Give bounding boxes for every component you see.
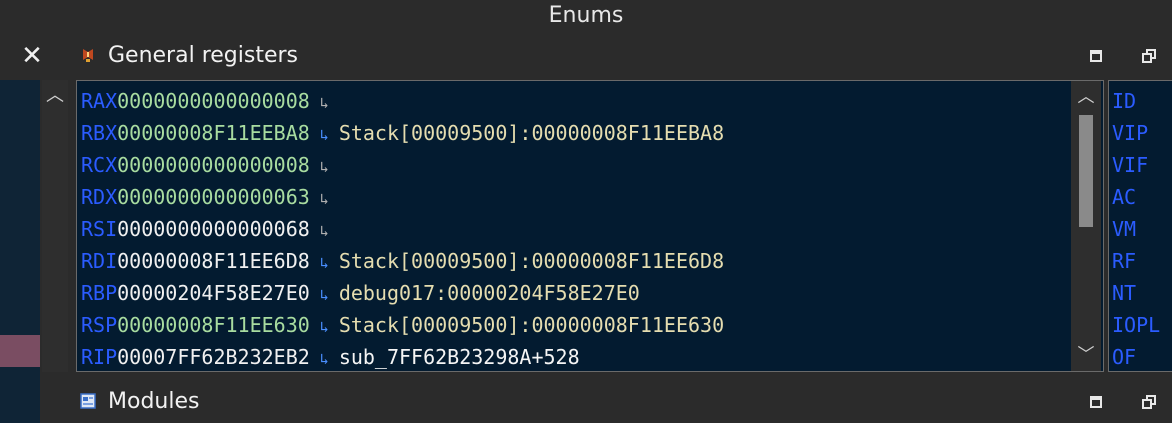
left-pane-highlight bbox=[0, 335, 40, 367]
register-name: RSI bbox=[81, 217, 118, 241]
chevron-up-icon[interactable]: ︿ bbox=[1076, 87, 1096, 107]
close-icon[interactable]: ✕ bbox=[20, 43, 44, 69]
flag-item[interactable]: ID bbox=[1112, 85, 1136, 117]
register-row[interactable]: RIP00007FF62B232EB2 ↳ sub_7FF62B23298A+528 bbox=[81, 341, 580, 373]
modules-title: Modules bbox=[108, 389, 200, 414]
enums-title: Enums bbox=[548, 3, 624, 28]
flag-item[interactable]: IOPL bbox=[1112, 309, 1160, 341]
jump-arrow-icon[interactable]: ↳ bbox=[310, 126, 339, 144]
scrollbar-thumb[interactable] bbox=[1079, 115, 1093, 227]
register-description[interactable]: Stack[00009500]:00000008F11EE630 bbox=[339, 313, 724, 337]
register-value[interactable]: 0000000000000008 bbox=[117, 153, 310, 177]
register-name: RAX bbox=[81, 89, 118, 113]
register-value[interactable]: 00007FF62B232EB2 bbox=[117, 345, 310, 369]
registers-icon bbox=[80, 47, 96, 63]
flag-item[interactable]: RF bbox=[1112, 245, 1136, 277]
left-scrollbar[interactable]: ︿ bbox=[42, 80, 68, 372]
flag-item[interactable]: AC bbox=[1112, 181, 1136, 213]
general-registers-header: General registers bbox=[76, 40, 1172, 72]
register-row[interactable]: RBP00000204F58E27E0 ↳ debug017:00000204F58… bbox=[81, 277, 640, 309]
register-name: RSP bbox=[81, 313, 118, 337]
registers-panel[interactable]: RAX0000000000000008 ↳ RBX00000008F11EEBA8… bbox=[76, 80, 1104, 372]
registers-scrollbar[interactable]: ︿ ﹀ bbox=[1071, 81, 1101, 371]
register-value[interactable]: 00000008F11EE630 bbox=[117, 313, 310, 337]
register-value[interactable]: 0000000000000068 bbox=[117, 217, 310, 241]
flag-item[interactable]: OF bbox=[1112, 341, 1136, 371]
register-value[interactable]: 00000204F58E27E0 bbox=[117, 281, 310, 305]
jump-arrow-icon[interactable]: ↳ bbox=[310, 254, 339, 272]
register-description[interactable]: sub_7FF62B23298A+528 bbox=[339, 345, 580, 369]
jump-arrow-icon[interactable]: ↳ bbox=[310, 158, 339, 176]
flag-item[interactable]: VIP bbox=[1112, 117, 1148, 149]
flag-item[interactable]: NT bbox=[1112, 277, 1136, 309]
jump-arrow-icon[interactable]: ↳ bbox=[310, 190, 339, 208]
register-name: RBX bbox=[81, 121, 118, 145]
register-name: RDI bbox=[81, 249, 118, 273]
register-row[interactable]: RAX0000000000000008 ↳ bbox=[81, 85, 339, 117]
flag-item[interactable]: VIF bbox=[1112, 149, 1148, 181]
flag-item[interactable]: VM bbox=[1112, 213, 1136, 245]
chevron-down-icon[interactable]: ﹀ bbox=[1076, 345, 1096, 365]
maximize-icon[interactable] bbox=[1088, 394, 1106, 412]
register-value[interactable]: 00000008F11EE6D8 bbox=[117, 249, 310, 273]
restore-icon[interactable] bbox=[1140, 48, 1158, 66]
flags-panel[interactable]: ID VIP VIF AC VM RF NT IOPL OF bbox=[1108, 80, 1172, 372]
register-description[interactable]: Stack[00009500]:00000008F11EEBA8 bbox=[339, 121, 724, 145]
register-value[interactable]: 00000008F11EEBA8 bbox=[117, 121, 310, 145]
jump-arrow-icon[interactable]: ↳ bbox=[310, 286, 339, 304]
jump-arrow-icon[interactable]: ↳ bbox=[310, 222, 339, 240]
register-name: RIP bbox=[81, 345, 118, 369]
register-row[interactable]: RDX0000000000000063 ↳ bbox=[81, 181, 339, 213]
jump-arrow-icon[interactable]: ↳ bbox=[310, 350, 339, 368]
jump-arrow-icon[interactable]: ↳ bbox=[310, 94, 339, 112]
register-name: RCX bbox=[81, 153, 118, 177]
register-row[interactable]: RCX0000000000000008 ↳ bbox=[81, 149, 339, 181]
modules-icon bbox=[80, 393, 96, 409]
register-row[interactable]: RBX00000008F11EEBA8 ↳ Stack[00009500]:0000… bbox=[81, 117, 724, 149]
register-row[interactable]: RDI00000008F11EE6D8 ↳ Stack[00009500]:0000… bbox=[81, 245, 724, 277]
maximize-icon[interactable] bbox=[1088, 48, 1106, 66]
jump-arrow-icon[interactable]: ↳ bbox=[310, 318, 339, 336]
chevron-up-icon[interactable]: ︿ bbox=[45, 86, 65, 106]
restore-icon[interactable] bbox=[1140, 394, 1158, 412]
register-row[interactable]: RSI0000000000000068 ↳ bbox=[81, 213, 339, 245]
register-row[interactable]: RSP00000008F11EE630 ↳ Stack[00009500]:0000… bbox=[81, 309, 724, 341]
general-registers-title: General registers bbox=[108, 43, 298, 68]
left-pane bbox=[0, 80, 40, 423]
register-description[interactable]: Stack[00009500]:00000008F11EE6D8 bbox=[339, 249, 724, 273]
modules-header: Modules bbox=[76, 386, 1172, 418]
register-name: RBP bbox=[81, 281, 118, 305]
register-name: RDX bbox=[81, 185, 118, 209]
register-value[interactable]: 0000000000000063 bbox=[117, 185, 310, 209]
register-description[interactable]: debug017:00000204F58E27E0 bbox=[339, 281, 640, 305]
register-value[interactable]: 0000000000000008 bbox=[117, 89, 310, 113]
